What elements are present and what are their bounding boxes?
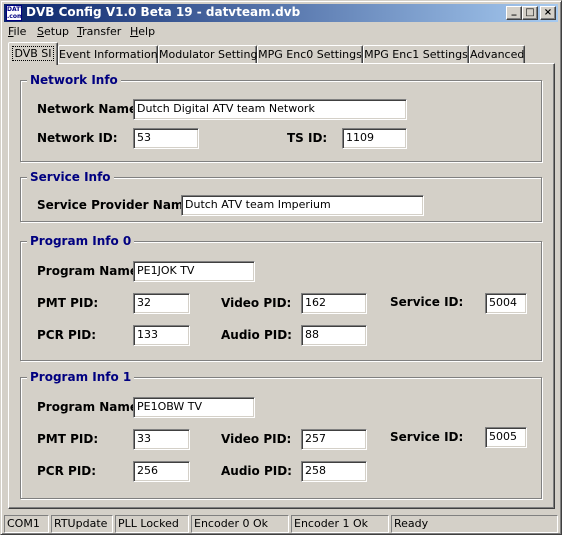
tab-advanced-label: Advanced <box>470 48 525 61</box>
program0-pcr-label: PCR PID: <box>37 328 97 342</box>
program1-audio-input[interactable]: 258 <box>301 461 367 482</box>
service-provider-input[interactable]: Dutch ATV team Imperium <box>181 195 424 216</box>
minimize-icon: _ <box>511 5 517 16</box>
program0-audio-input[interactable]: 88 <box>301 325 367 346</box>
network-id-label: Network ID: <box>37 131 118 145</box>
maximize-icon: □ <box>525 7 535 18</box>
ts-id-label: TS ID: <box>287 131 328 145</box>
window-title: DVB Config V1.0 Beta 19 - datvteam.dvb <box>26 5 301 19</box>
status-port: COM1 <box>4 515 49 533</box>
tab-event-information[interactable]: Event Information <box>58 45 158 64</box>
tab-dvb-si-label: DVB SI <box>12 46 54 61</box>
program0-pmt-label: PMT PID: <box>37 296 99 310</box>
program1-name-input[interactable]: PE1OBW TV <box>133 397 255 418</box>
menu-setup[interactable]: Setup <box>37 25 69 38</box>
status-bar: COM1 RTUpdate PLL Locked Encoder 0 Ok En… <box>4 515 558 533</box>
app-window: DATV .com DVB Config V1.0 Beta 19 - datv… <box>0 0 562 535</box>
close-button[interactable]: × <box>540 6 556 20</box>
tab-event-information-label: Event Information <box>59 48 158 61</box>
group-program-info-0: Program Info 0 Program Name: PE1JOK TV P… <box>20 234 542 361</box>
program1-pcr-input[interactable]: 256 <box>133 461 190 482</box>
menu-help[interactable]: Help <box>130 25 155 38</box>
menu-file[interactable]: File <box>8 25 26 38</box>
network-name-input[interactable]: Dutch Digital ATV team Network <box>133 99 407 120</box>
tab-advanced[interactable]: Advanced <box>469 45 525 64</box>
tab-dvb-si[interactable]: DVB SI <box>8 42 58 65</box>
service-provider-label: Service Provider Name: <box>37 198 197 212</box>
status-encoder1: Encoder 1 Ok <box>291 515 389 533</box>
tab-mpg-enc0-settings-label: MPG Enc0 Settings <box>258 48 362 61</box>
tab-modulator-settings[interactable]: Modulator Settings <box>158 45 263 64</box>
tab-mpg-enc0-settings[interactable]: MPG Enc0 Settings <box>257 45 363 64</box>
menu-setup-label: etup <box>43 25 70 38</box>
program-info-1-legend: Program Info 1 <box>27 370 135 384</box>
program0-pcr-input[interactable]: 133 <box>133 325 190 346</box>
program0-name-label: Program Name: <box>37 264 143 278</box>
ts-id-input[interactable]: 1109 <box>342 128 407 149</box>
status-ready: Ready <box>391 515 558 533</box>
menu-setup-hotkey: S <box>37 25 44 38</box>
program1-pmt-input[interactable]: 33 <box>133 429 190 450</box>
program0-video-input[interactable]: 162 <box>301 293 367 314</box>
menu-help-label: elp <box>138 25 156 38</box>
program0-pmt-input[interactable]: 32 <box>133 293 190 314</box>
tab-modulator-settings-label: Modulator Settings <box>159 48 264 61</box>
tab-mpg-enc1-settings-label: MPG Enc1 Settings <box>364 48 468 61</box>
network-id-input[interactable]: 53 <box>133 128 199 149</box>
program1-audio-label: Audio PID: <box>221 464 292 478</box>
tab-mpg-enc1-settings[interactable]: MPG Enc1 Settings <box>363 45 469 64</box>
title-bar[interactable]: DATV .com DVB Config V1.0 Beta 19 - datv… <box>4 4 558 22</box>
menu-transfer[interactable]: Transfer <box>77 25 121 38</box>
status-rtupdate: RTUpdate <box>51 515 113 533</box>
status-encoder0: Encoder 0 Ok <box>191 515 289 533</box>
program0-name-input[interactable]: PE1JOK TV <box>133 261 255 282</box>
group-program-info-1: Program Info 1 Program Name: PE1OBW TV P… <box>20 370 542 499</box>
program1-video-input[interactable]: 257 <box>301 429 367 450</box>
program0-service-input[interactable]: 5004 <box>485 293 527 314</box>
group-service-info: Service Info Service Provider Name: Dutc… <box>20 170 542 222</box>
close-icon: × <box>543 7 553 18</box>
program1-video-label: Video PID: <box>221 432 292 446</box>
minimize-button[interactable]: _ <box>506 5 522 20</box>
maximize-button[interactable]: □ <box>522 6 538 20</box>
program0-service-label: Service ID: <box>390 295 464 309</box>
menu-file-label: ile <box>13 25 27 38</box>
program1-pcr-label: PCR PID: <box>37 464 97 478</box>
network-name-label: Network Name: <box>37 102 142 116</box>
app-icon-text-top: DATV <box>7 6 21 13</box>
network-info-legend: Network Info <box>27 73 121 87</box>
program-info-0-legend: Program Info 0 <box>27 234 135 248</box>
program1-service-label: Service ID: <box>390 430 464 444</box>
menu-bar: File Setup Transfer Help <box>4 23 558 41</box>
tab-panel-dvb-si: Network Info Network Name: Dutch Digital… <box>8 63 555 509</box>
program1-pmt-label: PMT PID: <box>37 432 99 446</box>
status-pll: PLL Locked <box>115 515 189 533</box>
service-info-legend: Service Info <box>27 170 114 184</box>
program1-name-label: Program Name: <box>37 400 143 414</box>
program1-service-input[interactable]: 5005 <box>485 427 527 448</box>
app-icon[interactable]: DATV .com <box>6 5 22 21</box>
group-network-info: Network Info Network Name: Dutch Digital… <box>20 73 542 162</box>
tab-strip: DVB SI Event Information Modulator Setti… <box>8 42 558 65</box>
program0-video-label: Video PID: <box>221 296 292 310</box>
app-icon-text-bottom: .com <box>7 13 22 20</box>
program0-audio-label: Audio PID: <box>221 328 292 342</box>
menu-transfer-label: ransfer <box>82 25 122 38</box>
